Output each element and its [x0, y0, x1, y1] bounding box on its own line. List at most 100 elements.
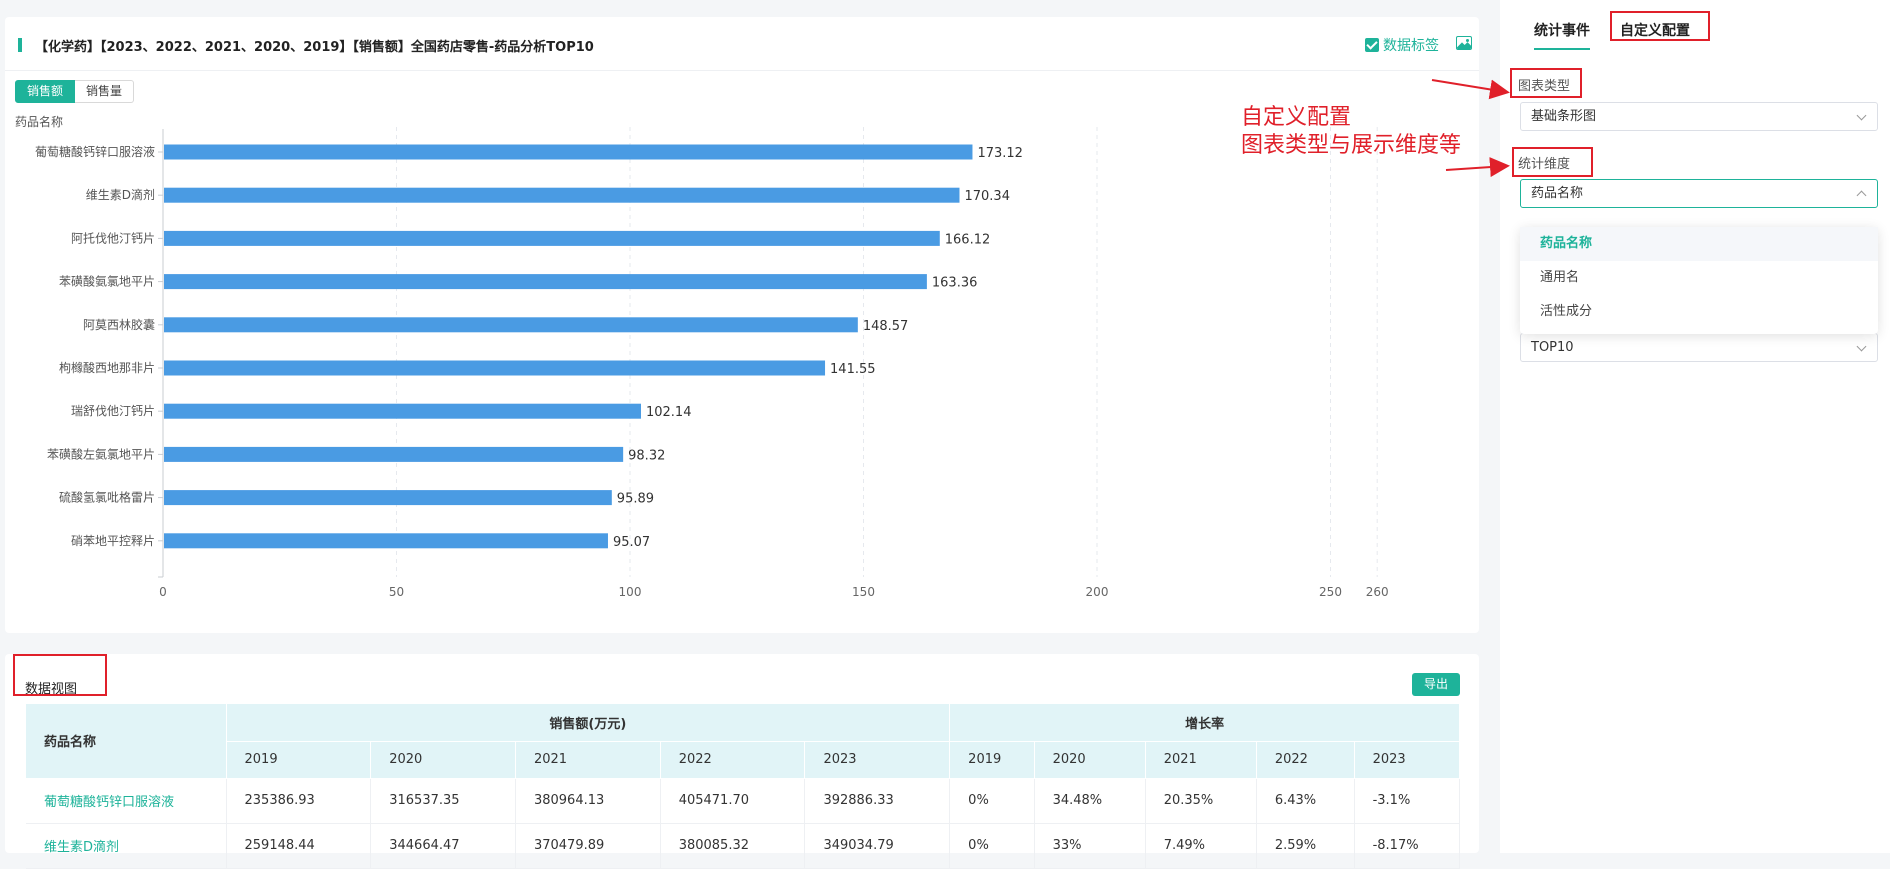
data-label: 163.36	[932, 276, 978, 291]
header-year[interactable]: 2021	[1145, 741, 1257, 779]
table-cell: 259148.44	[226, 823, 372, 869]
drug-name-link[interactable]: 维生素D滴剂	[26, 823, 227, 869]
y-tick-label: 枸橼酸西地那非片	[59, 360, 155, 375]
table-cell: 380085.32	[660, 823, 806, 869]
annotation-box-dimension	[1512, 147, 1593, 177]
data-label: 166.12	[945, 232, 991, 247]
data-table: 药品名称 销售额(万元) 增长率 2019 2020 2021 2022 202…	[26, 704, 1461, 869]
active-tab-underline	[1534, 48, 1590, 50]
x-tick-label: 50	[389, 585, 404, 599]
bar	[164, 230, 940, 246]
header-drug-name[interactable]: 药品名称	[26, 704, 227, 779]
annotation-line-1: 自定义配置	[1241, 105, 1352, 130]
top-n-value: TOP10	[1531, 340, 1574, 355]
y-tick-label: 阿莫西林胶囊	[83, 317, 155, 332]
table-cell: 349034.79	[804, 823, 951, 869]
tab-statistics-events[interactable]: 统计事件	[1534, 20, 1590, 40]
annotation-text: 自定义配置 图表类型与展示维度等	[1241, 104, 1461, 160]
chart-type-value: 基础条形图	[1531, 109, 1597, 124]
header-growth-group: 增长率	[949, 704, 1460, 742]
data-label: 141.55	[830, 362, 876, 377]
bar	[164, 187, 960, 203]
export-button[interactable]: 导出	[1412, 673, 1460, 696]
y-tick-label: 苯磺酸氨氯地平片	[59, 274, 155, 289]
chevron-down-icon	[1856, 110, 1867, 121]
chart-type-select[interactable]: 基础条形图	[1520, 102, 1878, 131]
header-year[interactable]: 2020	[1034, 741, 1146, 779]
dropdown-option-drug-name[interactable]: 药品名称	[1520, 227, 1878, 261]
header-year[interactable]: 2019	[226, 741, 372, 779]
header-year[interactable]: 2020	[370, 741, 516, 779]
config-side-panel: 统计事件 自定义配置 图表类型 基础条形图 统计维度 药品名称 TOP10 药品…	[1500, 0, 1890, 853]
y-tick-label: 葡萄糖酸钙锌口服溶液	[35, 144, 155, 159]
annotation-box-custom-config	[1610, 11, 1710, 41]
drug-name-link[interactable]: 葡萄糖酸钙锌口服溶液	[26, 778, 227, 824]
x-tick-label: 0	[159, 585, 167, 599]
table-cell: 7.49%	[1145, 823, 1257, 869]
table-cell: 344664.47	[370, 823, 516, 869]
dimension-select[interactable]: 药品名称	[1520, 179, 1878, 208]
table-cell: 370479.89	[515, 823, 661, 869]
table-row: 维生素D滴剂 259148.44 344664.47 370479.89 380…	[26, 823, 1461, 869]
data-label: 170.34	[964, 189, 1010, 204]
bar	[164, 533, 608, 549]
header-year[interactable]: 2021	[515, 741, 661, 779]
header-year[interactable]: 2019	[949, 741, 1035, 779]
table-cell: 392886.33	[804, 778, 951, 824]
chevron-up-icon	[1856, 190, 1867, 201]
bar	[164, 317, 858, 333]
annotation-box-chart-type	[1510, 68, 1582, 98]
table-cell: 0%	[949, 778, 1035, 824]
y-tick-label: 维生素D滴剂	[86, 187, 155, 202]
bar	[164, 403, 641, 419]
header-year[interactable]: 2022	[1256, 741, 1355, 779]
y-tick-label: 苯磺酸左氨氯地平片	[47, 446, 155, 461]
table-cell: 380964.13	[515, 778, 661, 824]
table-row: 葡萄糖酸钙锌口服溶液 235386.93 316537.35 380964.13…	[26, 778, 1461, 824]
data-label: 95.07	[613, 535, 650, 550]
x-tick-label: 100	[619, 585, 642, 599]
table-cell: 20.35%	[1145, 778, 1257, 824]
data-label: 95.89	[617, 492, 654, 507]
annotation-box-data-view	[13, 654, 107, 696]
x-tick-label: 250	[1319, 585, 1342, 599]
data-label: 98.32	[628, 448, 665, 463]
x-tick-label: 200	[1086, 585, 1109, 599]
table-cell: 6.43%	[1256, 778, 1355, 824]
dropdown-option-generic-name[interactable]: 通用名	[1520, 261, 1878, 295]
bar	[164, 490, 612, 506]
dimension-dropdown: 药品名称 通用名 活性成分	[1520, 227, 1878, 334]
table-cell: 2.59%	[1256, 823, 1355, 869]
dropdown-option-active-ingredient[interactable]: 活性成分	[1520, 295, 1878, 329]
table-cell: 33%	[1034, 823, 1146, 869]
x-tick-label: 260	[1366, 585, 1389, 599]
bar	[164, 446, 624, 462]
bar	[164, 360, 826, 376]
y-tick-label: 阿托伐他汀钙片	[71, 231, 155, 245]
y-tick-label: 硝苯地平控释片	[71, 534, 155, 548]
chevron-down-icon	[1856, 341, 1867, 352]
data-label: 148.57	[863, 319, 909, 334]
table-cell: 405471.70	[660, 778, 806, 824]
header-year[interactable]: 2023	[1354, 741, 1461, 779]
data-view-card: 数据视图 导出 药品名称 销售额(万元) 增长率 2019 2020 2021 …	[5, 654, 1479, 869]
data-label: 173.12	[977, 146, 1023, 161]
table-cell: 235386.93	[226, 778, 372, 824]
data-label: 102.14	[646, 405, 692, 420]
y-tick-label: 硫酸氢氯吡格雷片	[59, 490, 155, 505]
dimension-value: 药品名称	[1531, 186, 1584, 201]
table-cell: -3.1%	[1354, 778, 1461, 824]
header-sales-group: 销售额(万元)	[226, 704, 951, 742]
table-cell: 0%	[949, 823, 1035, 869]
table-cell: -8.17%	[1354, 823, 1461, 869]
table-cell: 316537.35	[370, 778, 516, 824]
x-tick-label: 150	[852, 585, 875, 599]
y-tick-label: 瑞舒伐他汀钙片	[71, 404, 155, 418]
header-year[interactable]: 2023	[804, 741, 951, 779]
header-year[interactable]: 2022	[660, 741, 806, 779]
bar	[164, 144, 973, 160]
annotation-line-2: 图表类型与展示维度等	[1241, 133, 1462, 158]
table-cell: 34.48%	[1034, 778, 1146, 824]
bar	[164, 274, 927, 290]
top-n-select[interactable]: TOP10	[1520, 333, 1878, 362]
